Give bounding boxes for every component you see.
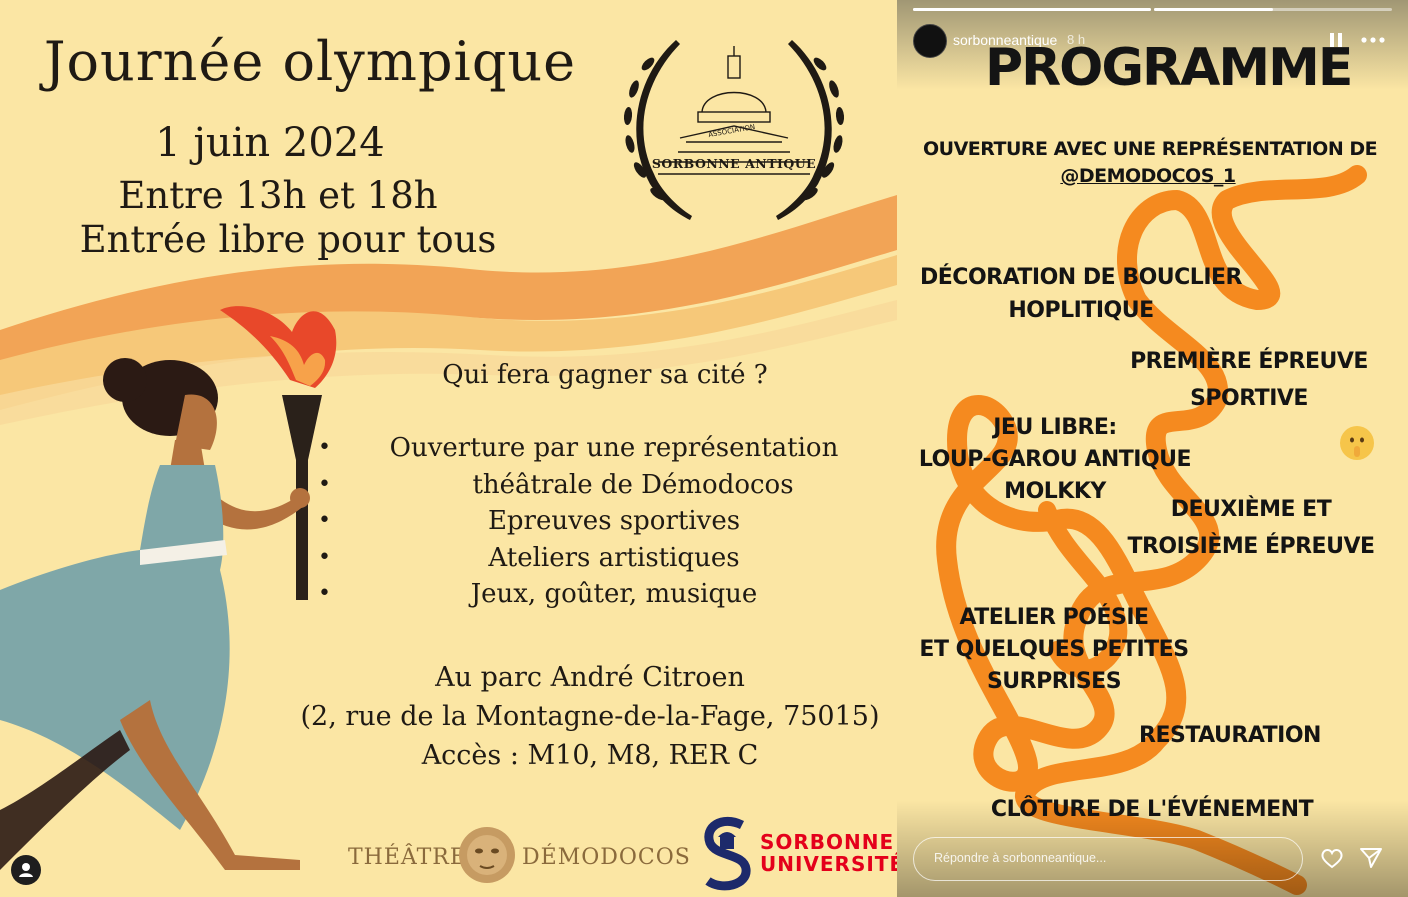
event-poster: Journée olympique 1 juin 2024 Entre 13h …	[0, 0, 897, 897]
more-icon[interactable]	[1361, 33, 1385, 47]
item-deuxieme-line-2: TROISIÈME ÉPREUVE	[1127, 534, 1375, 559]
list-item: Jeux, goûter, musique	[318, 576, 897, 613]
poster-date: 1 juin 2024	[155, 120, 385, 166]
emblem-name: SORBONNE ANTIQUE	[651, 156, 817, 171]
item-atelier-line-2: ET QUELQUES PETITES	[919, 637, 1189, 662]
heart-icon[interactable]	[1320, 846, 1344, 870]
address-place: Au parc André Citroen	[435, 662, 745, 693]
profile-icon[interactable]	[11, 855, 41, 885]
reply-input[interactable]	[932, 850, 1296, 866]
sorbonne-label: SORBONNE	[760, 830, 895, 854]
address-street: (2, rue de la Montagne-de-la-Fage, 75015…	[300, 701, 880, 732]
theatre-mask-icon	[459, 827, 515, 883]
sorbonne-universite-logo-icon	[704, 816, 751, 891]
story-progress	[913, 8, 1392, 11]
reply-box[interactable]	[913, 837, 1303, 881]
item-jeu-line-2: LOUP-GAROU ANTIQUE	[918, 447, 1192, 472]
list-item: Epreuves sportives	[318, 503, 897, 540]
story-title: PROGRAMME	[985, 38, 1353, 98]
demodocos-mention-link[interactable]: @DEMODOCOS_1	[923, 163, 1373, 190]
item-deuxieme-line-1: DEUXIÈME ET	[1170, 497, 1332, 522]
item-atelier-line-3: SURPRISES	[986, 669, 1122, 694]
demodocos-label: DÉMODOCOS	[522, 845, 691, 870]
item-jeu-line-1: JEU LIBRE:	[993, 415, 1117, 440]
theatre-label: THÉÂTRE	[348, 845, 467, 870]
poster-hours: Entre 13h et 18h	[118, 174, 438, 217]
universite-label: UNIVERSITÉ	[760, 852, 897, 876]
sorbonne-antique-emblem: ASSOCIATION SORBONNE ANTIQUE	[618, 34, 850, 224]
item-decoration-line-2: HOPLITIQUE	[1008, 298, 1154, 323]
poster-question: Qui fera gagner sa cité ?	[442, 360, 768, 390]
address-access: Accès : M10, M8, RER C	[421, 740, 759, 771]
item-ouverture-line-1: OUVERTURE AVEC UNE REPRÉSENTATION DE	[923, 138, 1378, 160]
list-item: Ateliers artistiques	[318, 540, 897, 577]
list-item-continuation: théâtrale de Démodocos	[318, 467, 897, 504]
list-item: Ouverture par une représentation	[318, 430, 897, 467]
progress-segment	[913, 8, 1151, 11]
activity-list: Ouverture par une représentation théâtra…	[318, 430, 897, 613]
send-icon[interactable]	[1359, 846, 1383, 870]
item-atelier-line-1: ATELIER POÉSIE	[959, 605, 1149, 630]
item-premiere-line-1: PREMIÈRE ÉPREUVE	[1130, 349, 1368, 374]
poster-title: Journée olympique	[43, 30, 577, 93]
item-decoration-line-1: DÉCORATION DE BOUCLIER	[920, 265, 1242, 290]
item-restauration: RESTAURATION	[1139, 723, 1321, 748]
shushing-face-emoji	[1340, 426, 1374, 460]
torch-runner-illustration	[0, 306, 337, 870]
progress-segment	[1154, 8, 1392, 11]
poster-entry: Entrée libre pour tous	[79, 218, 497, 261]
story-avatar[interactable]	[913, 24, 947, 58]
instagram-story[interactable]: sorbonneantique 8 h PROGRAMME OUVERTURE …	[897, 0, 1408, 897]
